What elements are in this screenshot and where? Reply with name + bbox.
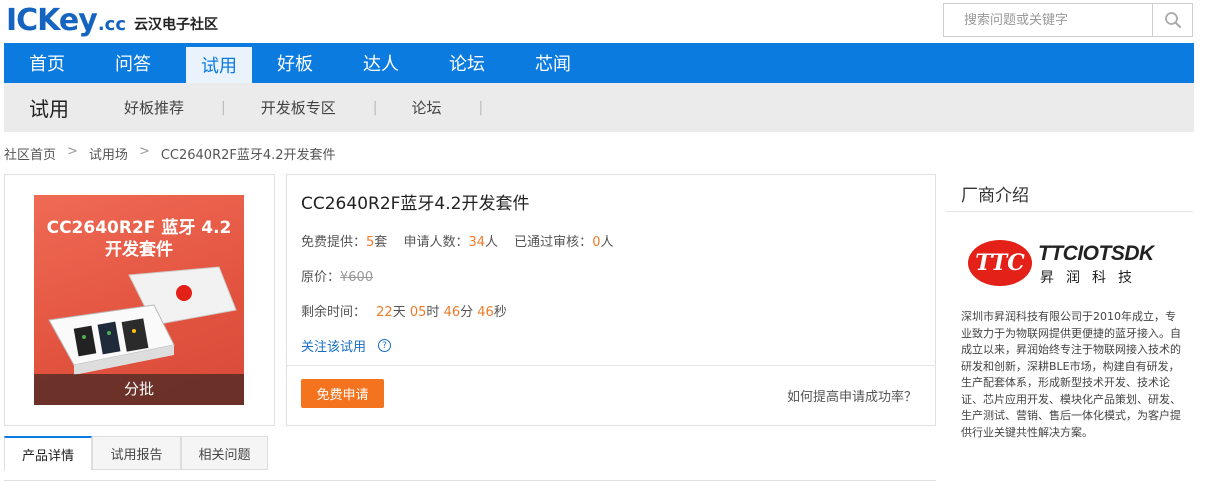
vendor-description: 深圳市昇润科技有限公司于2010年成立，专业致力于为物联网提供更便捷的蓝牙接入。… bbox=[961, 310, 1181, 439]
supply-unit: 套 bbox=[374, 235, 388, 250]
product-info-card: CC2640R2F蓝牙4.2开发套件 免费提供：5套 申请人数：34人 已通过审… bbox=[286, 174, 936, 426]
sub-nav-separator: | bbox=[478, 99, 484, 116]
sub-nav-separator: | bbox=[221, 99, 226, 116]
product-image-title-line: 开发套件 bbox=[105, 240, 173, 260]
logo-text: ICKey bbox=[6, 3, 98, 38]
follow-trial-label: 关注该试用 bbox=[301, 340, 367, 355]
countdown-hours-unit: 时 bbox=[426, 305, 440, 320]
nav-item-news[interactable]: 芯闻 bbox=[510, 43, 596, 83]
approved-label: 已通过审核： bbox=[514, 235, 593, 250]
search-icon bbox=[1164, 12, 1181, 28]
applicants-value: 34 bbox=[468, 235, 486, 250]
price-label: 原价： bbox=[301, 270, 341, 285]
tab-label: 产品详情 bbox=[21, 448, 74, 464]
sub-nav-item-forum[interactable]: 论坛 bbox=[411, 97, 441, 118]
price-row: 原价：¥600 bbox=[301, 266, 373, 285]
countdown-days-unit: 天 bbox=[392, 305, 406, 320]
product-title: CC2640R2F蓝牙4.2开发套件 bbox=[301, 194, 530, 214]
nav-item-experts[interactable]: 达人 bbox=[338, 43, 424, 83]
sub-nav-separator: | bbox=[372, 99, 378, 116]
search-button[interactable] bbox=[1152, 4, 1192, 36]
tab-related-questions[interactable]: 相关问题 bbox=[181, 436, 268, 470]
nav-item-label: 达人 bbox=[363, 54, 399, 75]
product-image-card: CC2640R2F 蓝牙 4.2 开发套件 分批 bbox=[4, 174, 275, 426]
countdown-seconds-unit: 秒 bbox=[493, 305, 507, 320]
sub-nav: 试用 好板推荐 | 开发板专区 | 论坛 | bbox=[4, 83, 1194, 132]
breadcrumb-trial[interactable]: 试用场 bbox=[89, 144, 128, 163]
vendor-brand-cn: 昇润科技 bbox=[1040, 270, 1144, 286]
countdown-minutes: 46 bbox=[443, 305, 461, 320]
search-box bbox=[943, 3, 1193, 37]
product-image-title: CC2640R2F 蓝牙 4.2 开发套件 bbox=[34, 217, 244, 261]
vendor-logo[interactable]: TTC TTCIOTSDK 昇润科技 bbox=[968, 238, 1173, 288]
nav-item-label: 论坛 bbox=[449, 54, 485, 75]
site-header: ICKey .cc 云汉电子社区 bbox=[0, 0, 1217, 43]
nav-item-forum[interactable]: 论坛 bbox=[424, 43, 510, 83]
countdown-row: 剩余时间： 22天 05时 46分 46秒 bbox=[301, 301, 507, 320]
countdown-seconds: 46 bbox=[477, 305, 494, 320]
applicants-label: 申请人数： bbox=[403, 235, 469, 250]
site-logo[interactable]: ICKey .cc 云汉电子社区 bbox=[6, 4, 218, 38]
logo-domain: .cc bbox=[97, 14, 126, 35]
kit-box-illustration bbox=[48, 266, 237, 375]
help-icon[interactable]: ? bbox=[378, 339, 392, 352]
tab-label: 相关问题 bbox=[198, 447, 251, 463]
countdown-minutes-unit: 分 bbox=[460, 305, 474, 320]
sub-nav-item-recommended[interactable]: 好板推荐 bbox=[124, 97, 184, 118]
logo-subtitle: 云汉电子社区 bbox=[134, 17, 218, 33]
sub-nav-item-devboards[interactable]: 开发板专区 bbox=[261, 97, 336, 118]
approved-unit: 人 bbox=[600, 235, 614, 250]
sub-nav-title: 试用 bbox=[29, 97, 69, 121]
breadcrumb-separator: > bbox=[138, 144, 150, 159]
supply-label: 免费提供： bbox=[301, 235, 367, 250]
nav-item-home[interactable]: 首页 bbox=[4, 43, 90, 83]
price-value: ¥600 bbox=[340, 270, 374, 285]
breadcrumb-current: CC2640R2F蓝牙4.2开发套件 bbox=[160, 148, 336, 163]
divider bbox=[287, 365, 935, 366]
follow-trial-link[interactable]: 关注该试用 ? bbox=[301, 336, 392, 355]
breadcrumb: 社区首页 > 试用场 > CC2640R2F蓝牙4.2开发套件 bbox=[4, 144, 336, 163]
breadcrumb-home[interactable]: 社区首页 bbox=[4, 144, 56, 163]
divider bbox=[946, 211, 1193, 212]
supply-row: 免费提供：5套 申请人数：34人 已通过审核：0人 bbox=[301, 231, 613, 250]
applicants-unit: 人 bbox=[485, 235, 499, 250]
nav-item-label: 试用 bbox=[201, 56, 237, 77]
nav-item-label: 首页 bbox=[29, 54, 65, 75]
detail-tabs: 产品详情 试用报告 相关问题 bbox=[4, 436, 936, 481]
vendor-logo-mark: TTC bbox=[968, 240, 1032, 286]
product-image[interactable]: CC2640R2F 蓝牙 4.2 开发套件 分批 bbox=[34, 195, 244, 405]
countdown-hours: 05 bbox=[409, 305, 427, 320]
apply-button[interactable]: 免费申请 bbox=[301, 379, 384, 408]
nav-item-trial[interactable]: 试用 bbox=[186, 47, 252, 83]
nav-item-boards[interactable]: 好板 bbox=[252, 43, 338, 83]
search-input[interactable] bbox=[944, 4, 1152, 36]
tab-trial-reports[interactable]: 试用报告 bbox=[92, 436, 181, 470]
main-nav: 首页 问答 试用 好板 达人 论坛 芯闻 bbox=[4, 43, 1194, 83]
product-image-title-line: CC2640R2F 蓝牙 4.2 bbox=[46, 218, 232, 238]
countdown-days: 22 bbox=[376, 305, 393, 320]
batch-badge: 分批 bbox=[34, 374, 244, 405]
nav-item-label: 问答 bbox=[115, 54, 151, 75]
countdown-label: 剩余时间： bbox=[301, 305, 367, 320]
nav-item-label: 芯闻 bbox=[535, 54, 571, 75]
tab-label: 试用报告 bbox=[110, 447, 163, 463]
nav-item-label: 好板 bbox=[277, 54, 313, 75]
success-tips-link[interactable]: 如何提高申请成功率？ bbox=[787, 386, 917, 405]
tab-product-details[interactable]: 产品详情 bbox=[4, 436, 92, 471]
breadcrumb-separator: > bbox=[67, 144, 78, 159]
vendor-brand: TTCIOTSDK bbox=[1038, 242, 1154, 265]
nav-item-qa[interactable]: 问答 bbox=[90, 43, 176, 83]
vendor-title: 厂商介绍 bbox=[961, 186, 1029, 206]
